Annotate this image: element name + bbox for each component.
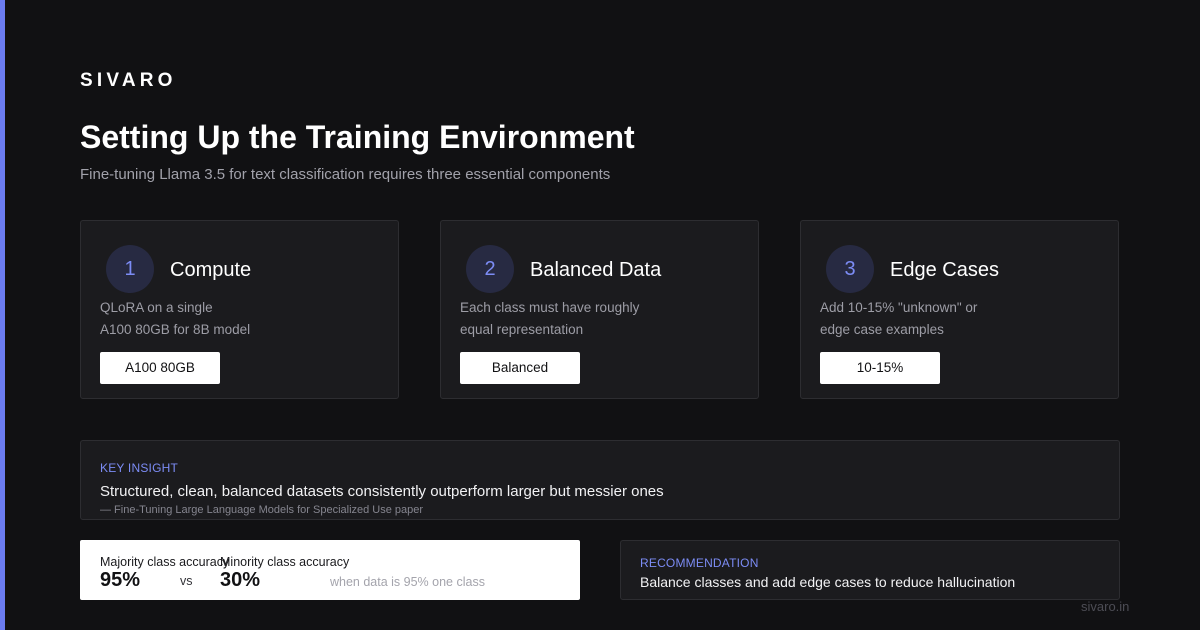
accent-bar bbox=[0, 0, 5, 630]
card-balanced-data: 2 Balanced Data Each class must have rou… bbox=[440, 220, 759, 399]
minority-accuracy-value: 30% bbox=[220, 569, 261, 591]
versus-label: vs bbox=[180, 574, 193, 588]
card-description-line: A100 80GB for 8B model bbox=[100, 322, 251, 337]
step-number-badge: 2 bbox=[466, 245, 514, 293]
majority-accuracy-value: 95% bbox=[100, 569, 141, 591]
card-description: Each class must have roughly equal repre… bbox=[460, 297, 660, 341]
card-tag: Balanced bbox=[460, 352, 580, 384]
key-insight-panel: KEY INSIGHT Structured, clean, balanced … bbox=[80, 440, 1120, 520]
minority-accuracy-label: Minority class accuracy bbox=[220, 555, 350, 569]
page-subtitle: Fine-tuning Llama 3.5 for text classific… bbox=[80, 166, 611, 183]
card-description: QLoRA on a single A100 80GB for 8B model bbox=[100, 297, 300, 341]
insight-quote: Structured, clean, balanced datasets con… bbox=[100, 483, 664, 500]
stats-note: when data is 95% one class bbox=[330, 575, 485, 589]
brand-logo: SIVARO bbox=[80, 70, 177, 91]
card-description-line: Each class must have roughly bbox=[460, 300, 640, 315]
card-compute: 1 Compute QLoRA on a single A100 80GB fo… bbox=[80, 220, 399, 399]
card-description-line: equal representation bbox=[460, 322, 584, 337]
card-description: Add 10-15% "unknown" or edge case exampl… bbox=[820, 297, 1020, 341]
card-edge-cases: 3 Edge Cases Add 10-15% "unknown" or edg… bbox=[800, 220, 1119, 399]
insight-source: — Fine-Tuning Large Language Models for … bbox=[100, 504, 424, 516]
card-description-line: Add 10-15% "unknown" or bbox=[820, 300, 978, 315]
recommendation-panel: RECOMMENDATION Balance classes and add e… bbox=[620, 540, 1120, 600]
accuracy-stats-panel: Majority class accuracy 95% vs Minority … bbox=[80, 540, 580, 600]
card-title: Edge Cases bbox=[890, 259, 999, 281]
card-title: Compute bbox=[170, 259, 252, 281]
card-title: Balanced Data bbox=[530, 259, 662, 281]
step-number-badge: 1 bbox=[106, 245, 154, 293]
card-tag: 10-15% bbox=[820, 352, 940, 384]
card-description-line: edge case examples bbox=[820, 322, 944, 337]
card-description-line: QLoRA on a single bbox=[100, 300, 213, 315]
recommendation-kicker: RECOMMENDATION bbox=[640, 556, 759, 570]
card-tag: A100 80GB bbox=[100, 352, 220, 384]
page-title: Setting Up the Training Environment bbox=[80, 119, 635, 155]
step-number-badge: 3 bbox=[826, 245, 874, 293]
majority-accuracy-label: Majority class accuracy bbox=[100, 555, 230, 569]
recommendation-text: Balance classes and add edge cases to re… bbox=[640, 574, 1016, 590]
insight-kicker: KEY INSIGHT bbox=[100, 461, 178, 475]
footer-url: sivaro.in bbox=[1081, 599, 1130, 614]
